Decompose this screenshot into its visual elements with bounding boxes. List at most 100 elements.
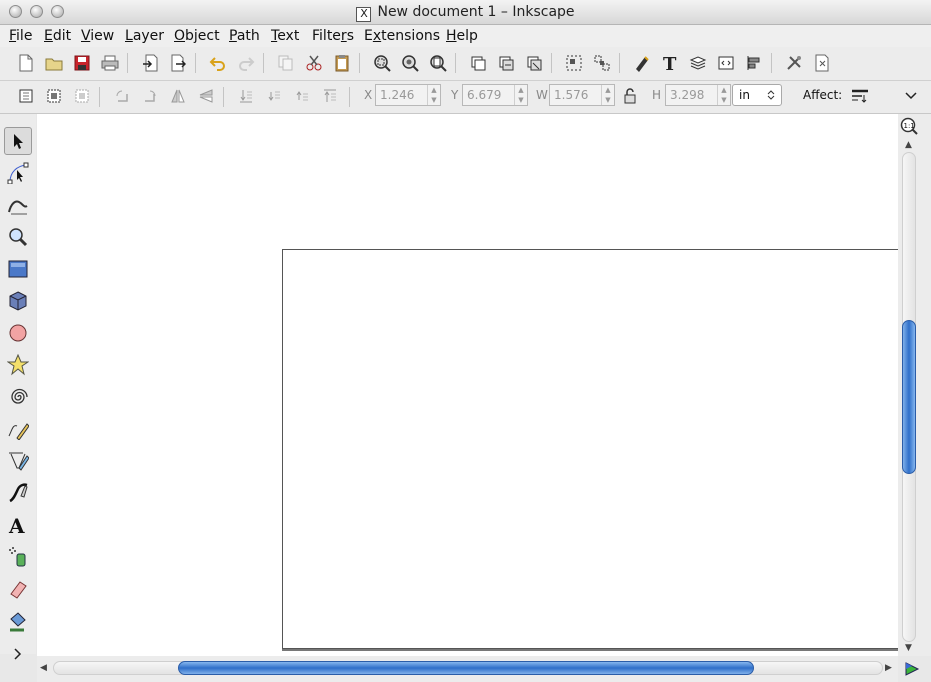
duplicate-button[interactable]	[467, 52, 489, 74]
raise-button[interactable]	[291, 85, 313, 107]
star-tool[interactable]	[4, 351, 32, 379]
tweak-tool[interactable]	[4, 191, 32, 219]
new-document-button[interactable]	[15, 52, 37, 74]
menu-object[interactable]: Object	[174, 28, 220, 44]
pen-tool[interactable]	[4, 447, 32, 475]
scroll-left-arrow[interactable]: ◀	[40, 663, 47, 673]
paste-button[interactable]	[331, 52, 353, 74]
ungroup-icon	[594, 55, 610, 71]
menu-view[interactable]: View	[81, 28, 114, 44]
clone-button[interactable]	[495, 52, 517, 74]
x-spin-arrows[interactable]: ▲ ▼	[427, 85, 440, 105]
menu-help[interactable]: Help	[446, 28, 478, 44]
deselect-button[interactable]	[71, 85, 93, 107]
import-button[interactable]	[139, 52, 161, 74]
cut-button[interactable]	[303, 52, 325, 74]
raise-to-top-button[interactable]	[319, 85, 341, 107]
unit-select[interactable]: in	[732, 84, 782, 106]
h-spin-arrows[interactable]: ▲ ▼	[717, 85, 730, 105]
menu-edit[interactable]: Edit	[44, 28, 71, 44]
horizontal-scroll-thumb[interactable]	[178, 661, 754, 675]
select-all-layers-button[interactable]	[43, 85, 65, 107]
affect-scale-stroke-button[interactable]	[849, 85, 871, 107]
rotate-ccw-button[interactable]	[111, 85, 133, 107]
selector-tool[interactable]	[4, 127, 32, 155]
open-button[interactable]	[43, 52, 65, 74]
zoom-selection-button[interactable]	[371, 52, 393, 74]
w-label: W	[536, 88, 548, 102]
zoom-1-1-icon: 1:1	[900, 117, 918, 135]
select-all-layers-icon	[47, 89, 61, 103]
svg-text:A: A	[8, 514, 25, 536]
menu-path[interactable]: Path	[229, 28, 260, 44]
print-button[interactable]	[99, 52, 121, 74]
scissors-icon	[306, 55, 322, 71]
scroll-right-arrow[interactable]: ▶	[885, 663, 892, 673]
color-management-button[interactable]	[901, 659, 923, 679]
flip-horizontal-button[interactable]	[167, 85, 189, 107]
spiral-tool[interactable]	[4, 383, 32, 411]
xml-editor-button[interactable]	[715, 52, 737, 74]
3d-box-tool[interactable]	[4, 287, 32, 315]
pencil-tool[interactable]	[4, 415, 32, 443]
scroll-down-arrow[interactable]: ▼	[905, 643, 912, 653]
fill-stroke-button[interactable]	[631, 52, 653, 74]
vertical-scroll-thumb[interactable]	[902, 320, 916, 474]
lock-proportions-button[interactable]	[619, 85, 641, 107]
toolbar-separator	[223, 87, 224, 107]
group-button[interactable]	[563, 52, 585, 74]
h-field[interactable]: 3.298 ▲ ▼	[665, 84, 731, 106]
x-field[interactable]: 1.246 ▲ ▼	[375, 84, 441, 106]
zoom-drawing-button[interactable]	[399, 52, 421, 74]
toolbar-overflow-button[interactable]	[900, 85, 922, 107]
save-button[interactable]	[71, 52, 93, 74]
lower-button[interactable]	[263, 85, 285, 107]
export-icon	[171, 54, 186, 72]
zoom-page-button[interactable]	[427, 52, 449, 74]
menu-text[interactable]: Text	[271, 28, 299, 44]
drawing-canvas[interactable]	[37, 114, 898, 656]
spray-tool[interactable]	[4, 543, 32, 571]
toolbox-expand-button[interactable]	[4, 640, 32, 668]
calligraphy-tool[interactable]	[4, 479, 32, 507]
text-tool[interactable]: A	[4, 511, 32, 539]
select-all-button[interactable]	[15, 85, 37, 107]
chevron-down-icon	[905, 92, 917, 100]
menu-extensions[interactable]: Extensions	[364, 28, 440, 44]
y-label: Y	[451, 88, 459, 102]
w-field[interactable]: 1.576 ▲ ▼	[549, 84, 615, 106]
scroll-up-arrow[interactable]: ▲	[905, 140, 912, 150]
node-tool[interactable]	[4, 159, 32, 187]
layers-button[interactable]	[687, 52, 709, 74]
flip-vertical-button[interactable]	[195, 85, 217, 107]
rotate-cw-button[interactable]	[139, 85, 161, 107]
zoom-1-1-button[interactable]: 1:1	[899, 116, 919, 136]
menu-filters[interactable]: Filters	[312, 28, 354, 44]
paint-bucket-tool[interactable]	[4, 607, 32, 635]
y-field[interactable]: 6.679 ▲ ▼	[462, 84, 528, 106]
menu-file[interactable]: File	[9, 28, 32, 44]
horizontal-scrollbar[interactable]: ◀ ▶	[37, 656, 898, 682]
export-button[interactable]	[167, 52, 189, 74]
w-spin-arrows[interactable]: ▲ ▼	[601, 85, 614, 105]
unlink-clone-button[interactable]	[523, 52, 545, 74]
undo-button[interactable]	[207, 52, 229, 74]
text-font-button[interactable]: T	[659, 52, 681, 74]
ellipse-tool[interactable]	[4, 319, 32, 347]
eraser-tool[interactable]	[4, 575, 32, 603]
document-properties-button[interactable]	[811, 52, 833, 74]
preferences-button[interactable]	[783, 52, 805, 74]
rectangle-tool[interactable]	[4, 255, 32, 283]
redo-button[interactable]	[235, 52, 257, 74]
ungroup-button[interactable]	[591, 52, 613, 74]
menu-layer[interactable]: Layer	[125, 28, 164, 44]
align-distribute-button[interactable]	[743, 52, 765, 74]
w-value: 1.576	[554, 88, 589, 102]
zoom-tool[interactable]	[4, 223, 32, 251]
copy-button[interactable]	[275, 52, 297, 74]
vertical-scrollbar[interactable]: 1:1 ▲ ▼	[898, 114, 931, 656]
y-spin-arrows[interactable]: ▲ ▼	[514, 85, 527, 105]
lower-to-bottom-button[interactable]	[235, 85, 257, 107]
page-border	[282, 249, 898, 649]
unit-value: in	[739, 88, 750, 102]
